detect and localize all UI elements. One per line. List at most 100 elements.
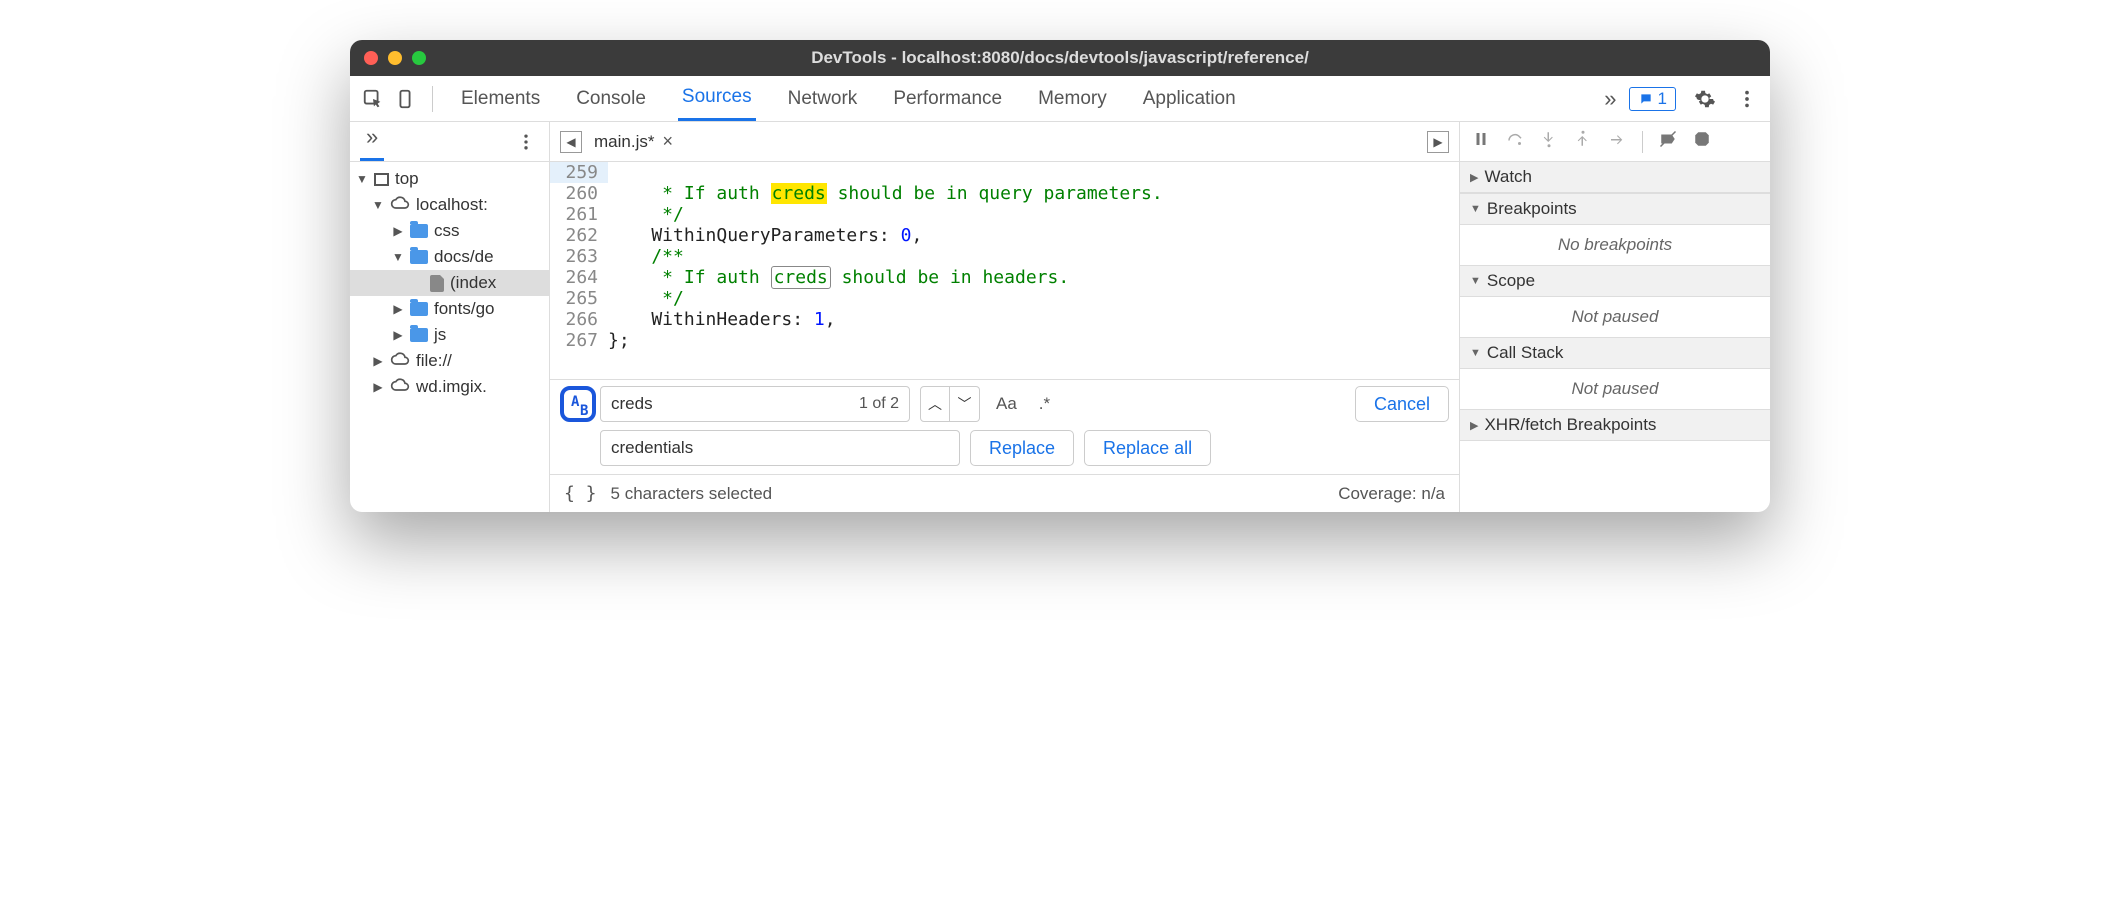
nav-back-icon[interactable]: ◀ <box>560 131 582 153</box>
disclosure-triangle-icon: ▼ <box>1470 203 1481 215</box>
debugger-toolbar <box>1460 122 1770 162</box>
disclosure-triangle-icon[interactable]: ▶ <box>392 302 404 316</box>
file-tab[interactable]: main.js* × <box>594 131 673 152</box>
coverage-info: Coverage: n/a <box>1338 484 1445 504</box>
replace-input[interactable]: credentials <box>600 430 960 466</box>
device-toggle-icon[interactable] <box>392 86 418 112</box>
cancel-button[interactable]: Cancel <box>1355 386 1449 422</box>
maximize-window-icon[interactable] <box>412 51 426 65</box>
find-input[interactable]: creds 1 of 2 <box>600 386 910 422</box>
pause-on-exceptions-icon[interactable] <box>1693 130 1711 153</box>
tree-item[interactable]: (index <box>350 270 549 296</box>
replace-button[interactable]: Replace <box>970 430 1074 466</box>
tree-item[interactable]: ▼top <box>350 166 549 192</box>
code-line[interactable]: */ <box>608 288 1459 309</box>
kebab-menu-icon[interactable] <box>1734 86 1760 112</box>
folder-icon <box>410 224 428 238</box>
step-out-icon[interactable] <box>1574 130 1592 153</box>
line-number[interactable]: 259 <box>550 162 608 183</box>
tab-sources[interactable]: Sources <box>678 76 756 121</box>
nav-forward-icon[interactable]: ▶ <box>1427 131 1449 153</box>
disclosure-triangle-icon[interactable]: ▶ <box>372 380 384 394</box>
code-editor[interactable]: 259260 * If auth creds should be in quer… <box>550 162 1459 379</box>
code-line[interactable] <box>608 162 1459 183</box>
code-line[interactable]: */ <box>608 204 1459 225</box>
prev-match-icon[interactable]: ︿ <box>920 386 950 422</box>
replace-value: credentials <box>611 438 693 458</box>
line-number[interactable]: 266 <box>550 309 608 330</box>
disclosure-triangle-icon[interactable]: ▶ <box>372 354 384 368</box>
tree-item[interactable]: ▶fonts/go <box>350 296 549 322</box>
toolbar-right: 1 <box>1629 86 1760 112</box>
debug-section-body: No breakpoints <box>1460 225 1770 265</box>
line-number[interactable]: 261 <box>550 204 608 225</box>
line-number[interactable]: 264 <box>550 267 608 288</box>
line-number[interactable]: 265 <box>550 288 608 309</box>
tab-memory[interactable]: Memory <box>1034 78 1111 120</box>
editor-tab-strip: ◀ main.js* × ▶ <box>550 122 1459 162</box>
code-line[interactable]: }; <box>608 330 1459 351</box>
debug-section-header[interactable]: ▶Watch <box>1460 162 1770 193</box>
tree-item[interactable]: ▼localhost: <box>350 192 549 218</box>
disclosure-triangle-icon[interactable]: ▼ <box>392 250 404 264</box>
panel-tabs: Elements Console Sources Network Performance… <box>447 76 1592 121</box>
debug-section-header[interactable]: ▼Call Stack <box>1460 337 1770 369</box>
tree-item[interactable]: ▶js <box>350 322 549 348</box>
file-icon <box>430 275 444 292</box>
next-match-icon[interactable]: ﹀ <box>950 386 980 422</box>
tab-performance[interactable]: Performance <box>889 78 1006 120</box>
tree-item[interactable]: ▶css <box>350 218 549 244</box>
panes: » ▼top▼localhost:▶css ▼ docs/de (index▶font… <box>350 122 1770 512</box>
settings-icon[interactable] <box>1692 86 1718 112</box>
step-into-icon[interactable] <box>1540 130 1558 153</box>
folder-icon <box>410 302 428 316</box>
deactivate-breakpoints-icon[interactable] <box>1659 130 1677 153</box>
tree-item[interactable]: ▶wd.imgix. <box>350 374 549 400</box>
tree-item[interactable]: ▶file:// <box>350 348 549 374</box>
debug-section-title: Breakpoints <box>1487 199 1577 219</box>
close-tab-icon[interactable]: × <box>662 131 673 152</box>
disclosure-triangle-icon[interactable]: ▼ <box>372 198 384 212</box>
tree-label: docs/de <box>434 247 494 267</box>
disclosure-triangle-icon[interactable]: ▼ <box>356 172 368 186</box>
line-number[interactable]: 260 <box>550 183 608 204</box>
debug-section-header[interactable]: ▶XHR/fetch Breakpoints <box>1460 409 1770 441</box>
debug-section-header[interactable]: ▼Scope <box>1460 265 1770 297</box>
line-number[interactable]: 267 <box>550 330 608 351</box>
more-tabs-icon[interactable]: » <box>1598 86 1622 112</box>
debug-section-header[interactable]: ▼ Breakpoints <box>1460 193 1770 225</box>
tab-network[interactable]: Network <box>784 78 862 120</box>
tab-elements[interactable]: Elements <box>457 78 544 120</box>
find-row: creds 1 of 2 ︿ ﹀ Aa .* Cancel <box>600 386 1449 422</box>
tree-item[interactable]: ▼ docs/de <box>350 244 549 270</box>
tab-application[interactable]: Application <box>1139 78 1240 120</box>
disclosure-triangle-icon[interactable]: ▶ <box>392 224 404 238</box>
code-line[interactable]: * If auth creds should be in query param… <box>608 183 1459 204</box>
code-line[interactable]: * If auth creds should be in headers. <box>608 267 1459 288</box>
pause-icon[interactable] <box>1472 130 1490 153</box>
folder-icon <box>410 328 428 342</box>
code-line[interactable]: WithinHeaders: 1, <box>608 309 1459 330</box>
issues-badge[interactable]: 1 <box>1629 87 1676 111</box>
step-over-icon[interactable] <box>1506 130 1524 153</box>
regex-toggle[interactable]: .* <box>1033 394 1056 414</box>
code-line[interactable]: WithinQueryParameters: 0, <box>608 225 1459 246</box>
close-window-icon[interactable] <box>364 51 378 65</box>
code-line[interactable]: /** <box>608 246 1459 267</box>
tab-console[interactable]: Console <box>572 78 650 120</box>
line-number[interactable]: 262 <box>550 225 608 246</box>
replace-mode-icon[interactable]: AB <box>560 386 596 422</box>
inspect-element-icon[interactable] <box>360 86 386 112</box>
disclosure-triangle-icon[interactable]: ▶ <box>392 328 404 342</box>
match-case-toggle[interactable]: Aa <box>990 394 1023 414</box>
line-number[interactable]: 263 <box>550 246 608 267</box>
sidebar-kebab-icon[interactable] <box>513 129 539 155</box>
pretty-print-icon[interactable]: { } <box>564 483 597 504</box>
minimize-window-icon[interactable] <box>388 51 402 65</box>
selection-info: 5 characters selected <box>611 484 773 504</box>
file-tree: ▼top▼localhost:▶css ▼ docs/de (index▶fonts/… <box>350 162 549 400</box>
sidebar-tabs-overflow-icon[interactable]: » <box>360 122 384 161</box>
step-icon[interactable] <box>1608 130 1626 153</box>
debug-section-title: Scope <box>1487 271 1535 291</box>
replace-all-button[interactable]: Replace all <box>1084 430 1211 466</box>
